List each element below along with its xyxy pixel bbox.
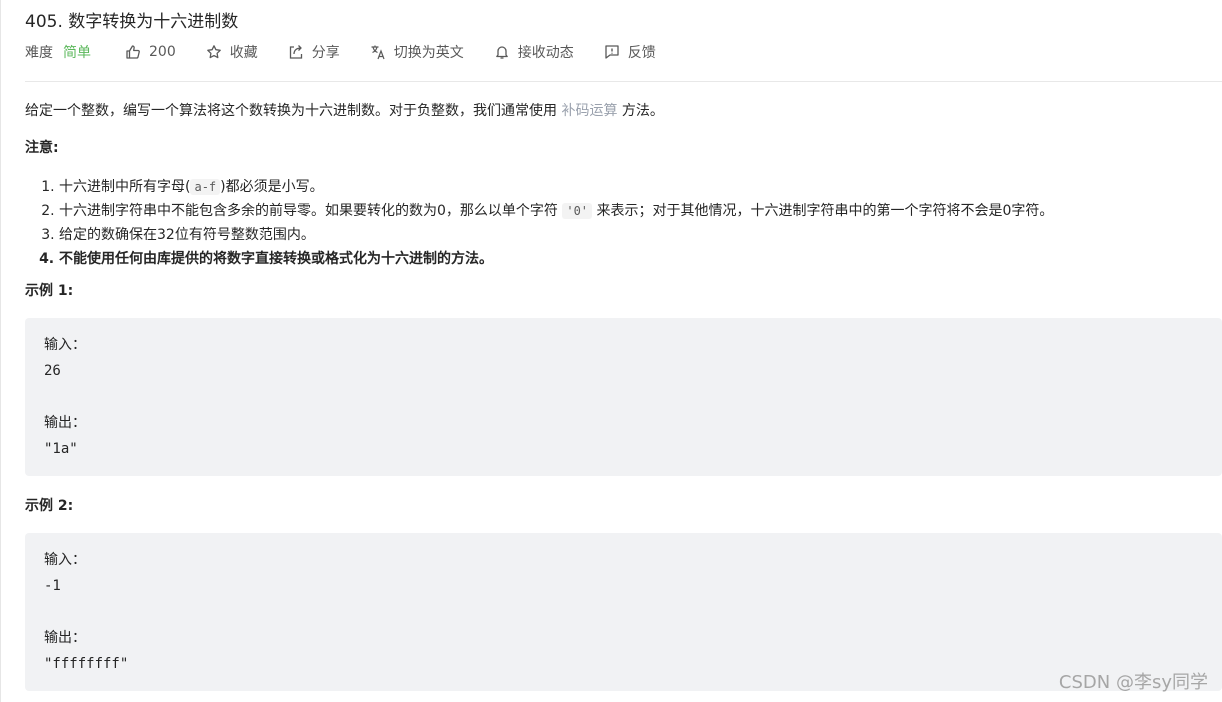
header-divider: [25, 81, 1222, 82]
feedback-icon: [605, 45, 619, 59]
share-button[interactable]: 分享: [288, 42, 340, 62]
share-icon: [289, 45, 302, 59]
input-value: 26: [44, 363, 61, 379]
subscribe-label: 接收动态: [517, 45, 574, 61]
difficulty-label: 难度: [25, 45, 53, 61]
thumbs-up-icon: [126, 45, 140, 59]
notice-text: 给定的数确保在32位有符号整数范围内。: [59, 227, 315, 243]
feedback-button[interactable]: 反馈: [604, 42, 656, 62]
problem-description: 给定一个整数，编写一个算法将这个数转换为十六进制数。对于负整数，我们通常使用 补…: [25, 97, 1220, 125]
example-2-codeblock: 输入： -1 输出： "ffffffff": [25, 533, 1222, 691]
notice-text: 十六进制中所有字母(: [59, 179, 191, 195]
notice-item: 给定的数确保在32位有符号整数范围内。: [59, 223, 1220, 247]
notice-heading: 注意:: [25, 140, 59, 156]
inline-code: a-f: [190, 179, 221, 195]
switch-language-button[interactable]: 切换为英文: [370, 42, 464, 62]
output-label: 输出：: [44, 630, 86, 646]
notice-item: 十六进制字符串中不能包含多余的前导零。如果要转化的数为0，那么以单个字符 '0'…: [59, 199, 1220, 223]
notice-item: 十六进制中所有字母(a-f)都必须是小写。: [59, 175, 1220, 199]
problem-page: 405. 数字转换为十六进制数 难度 简单 200 收藏 分享 切换为英文 接收…: [0, 0, 1222, 702]
notice-text: )都必须是小写。: [220, 179, 324, 195]
notice-list: 十六进制中所有字母(a-f)都必须是小写。 十六进制字符串中不能包含多余的前导零…: [25, 175, 1220, 271]
notice-text: 十六进制字符串中不能包含多余的前导零。如果要转化的数为0，那么以单个字符: [59, 203, 563, 219]
star-icon: [206, 45, 221, 59]
feedback-label: 反馈: [627, 45, 656, 61]
left-border: [0, 0, 1, 702]
description-text-before: 给定一个整数，编写一个算法将这个数转换为十六进制数。对于负整数，我们通常使用: [25, 103, 562, 119]
notice-text: 不能使用任何由库提供的将数字直接转换或格式化为十六进制的方法。: [59, 251, 493, 267]
example-2-heading: 示例 2:: [25, 498, 74, 514]
favorite-label: 收藏: [229, 45, 258, 61]
problem-title: 405. 数字转换为十六进制数: [25, 12, 239, 32]
input-label: 输入：: [44, 552, 86, 568]
like-button[interactable]: 200: [125, 44, 176, 60]
inline-code: '0': [562, 203, 593, 219]
notice-text: 来表示；对于其他情况，十六进制字符串中的第一个字符将不会是0字符。: [592, 203, 1054, 219]
csdn-watermark: CSDN @李sy同学: [1058, 672, 1208, 693]
description-text-after: 方法。: [617, 103, 664, 119]
notice-item: 不能使用任何由库提供的将数字直接转换或格式化为十六进制的方法。: [59, 247, 1220, 271]
input-label: 输入：: [44, 337, 86, 353]
input-value: -1: [44, 578, 61, 594]
output-label: 输出：: [44, 415, 86, 431]
favorite-button[interactable]: 收藏: [206, 42, 258, 62]
example-1-codeblock: 输入： 26 输出： "1a": [25, 318, 1222, 476]
difficulty-value: 简单: [63, 45, 91, 61]
output-value: "1a": [44, 441, 78, 457]
subscribe-button[interactable]: 接收动态: [494, 42, 574, 62]
problem-content: 给定一个整数，编写一个算法将这个数转换为十六进制数。对于负整数，我们通常使用 补…: [25, 97, 1222, 691]
share-label: 分享: [311, 45, 340, 61]
output-value: "ffffffff": [44, 656, 129, 672]
example-1-heading: 示例 1:: [25, 283, 74, 299]
twos-complement-link[interactable]: 补码运算: [561, 103, 617, 119]
problem-meta-toolbar: 难度 简单 200 收藏 分享 切换为英文 接收动态 反馈: [25, 41, 686, 63]
switch-language-label: 切换为英文: [393, 45, 464, 61]
like-count: 200: [149, 44, 176, 60]
bell-icon: [495, 46, 508, 59]
translate-icon: [371, 45, 385, 60]
